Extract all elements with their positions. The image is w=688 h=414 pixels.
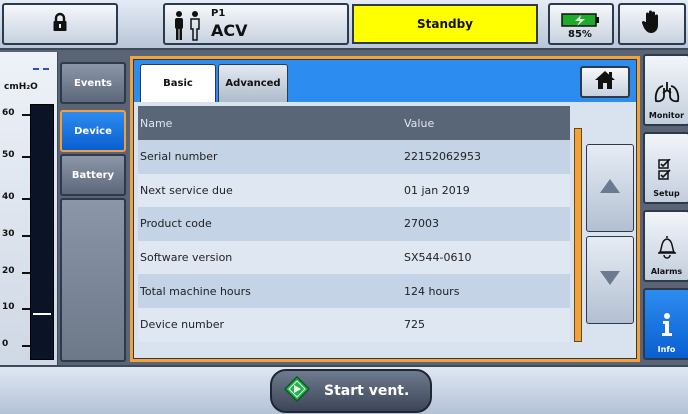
row-name: Next service due <box>140 183 233 197</box>
nav-setup[interactable]: Setup <box>643 132 688 204</box>
patient-icon <box>173 11 205 45</box>
info-side-menu: Events Device Battery <box>58 52 130 365</box>
row-value: 01 jan 2019 <box>404 183 470 197</box>
nav-label: Setup <box>653 189 680 198</box>
triangle-up-icon <box>599 178 621 198</box>
menu-device[interactable]: Device <box>60 110 126 152</box>
column-header-value: Value <box>404 116 435 130</box>
tab-advanced[interactable]: Advanced <box>218 64 288 102</box>
target-marker <box>33 68 49 70</box>
bell-icon <box>656 235 678 261</box>
status-indicator: Standby <box>352 4 538 44</box>
pressure-unit: cmH₂O <box>4 82 38 92</box>
table-row: Next service due 01 jan 2019 <box>138 173 570 208</box>
nav-label: Alarms <box>650 267 683 276</box>
lock-icon <box>52 12 68 36</box>
ventilation-mode: ACV <box>211 21 248 40</box>
gauge-tick: 30 <box>2 229 30 239</box>
tab-bar: Basic Advanced <box>134 60 636 102</box>
pressure-column <box>30 104 54 360</box>
bottom-bar: Start vent. <box>0 365 688 414</box>
scroll-up-button[interactable] <box>586 144 634 232</box>
nav-label: Monitor <box>648 111 685 120</box>
table-row: Total machine hours 124 hours <box>138 274 570 308</box>
right-nav: Monitor Setup Alarms Info <box>641 52 688 365</box>
gauge-tick: 10 <box>2 302 30 312</box>
table-header: Name Value <box>138 106 570 140</box>
nav-info[interactable]: Info <box>643 288 688 360</box>
gauge-tick: 60 <box>2 108 30 118</box>
pressure-level-marker <box>33 313 51 315</box>
nav-alarms[interactable]: Alarms <box>643 210 688 282</box>
start-ventilation-button[interactable]: Start vent. <box>270 369 432 413</box>
home-button[interactable] <box>580 66 630 98</box>
row-value: 22152062953 <box>404 150 481 164</box>
row-value: SX544-0610 <box>404 251 472 265</box>
tab-basic[interactable]: Basic <box>140 64 216 102</box>
menu-events[interactable]: Events <box>60 62 126 104</box>
lungs-icon <box>654 81 680 105</box>
table-row: Software version SX544-0610 <box>138 240 570 275</box>
row-value: 725 <box>404 318 425 332</box>
table-scrollbar[interactable] <box>574 128 582 342</box>
menu-battery[interactable]: Battery <box>60 154 126 196</box>
home-icon <box>594 70 616 94</box>
nav-monitor[interactable]: Monitor <box>643 54 688 126</box>
table-row: Device number 725 <box>138 307 570 342</box>
row-name: Total machine hours <box>140 284 251 298</box>
start-ventilation-label: Start vent. <box>324 383 410 399</box>
checklist-icon <box>657 158 676 183</box>
menu-filler <box>60 198 126 362</box>
gauge-tick: 0 <box>2 339 30 349</box>
table-row: Product code 27003 <box>138 207 570 241</box>
gauge-tick: 50 <box>2 150 30 160</box>
info-icon <box>661 313 673 339</box>
nav-label: Info <box>657 345 676 354</box>
row-name: Device number <box>140 318 225 332</box>
gauge-tick: 20 <box>2 266 30 276</box>
row-value: 124 hours <box>404 284 460 298</box>
table-row: Serial number 22152062953 <box>138 140 570 174</box>
row-name: Serial number <box>140 150 218 164</box>
hand-stop-icon <box>641 10 663 38</box>
row-name: Product code <box>140 217 212 231</box>
scroll-down-button[interactable] <box>586 236 634 324</box>
pressure-gauge: cmH₂O 60 50 40 30 20 10 0 <box>0 52 58 365</box>
battery-status[interactable]: 85% <box>548 3 614 45</box>
triangle-down-icon <box>599 270 621 290</box>
column-header-name: Name <box>140 116 173 130</box>
patient-label: P1 <box>211 8 226 19</box>
lock-button[interactable] <box>2 3 118 45</box>
battery-percent: 85% <box>568 29 592 40</box>
top-bar: P1 ACV Standby 85% <box>0 0 688 50</box>
row-name: Software version <box>140 251 233 265</box>
patient-mode-button[interactable]: P1 ACV <box>163 3 349 45</box>
gauge-tick: 40 <box>2 192 30 202</box>
row-value: 27003 <box>404 217 439 231</box>
device-info-panel: Basic Advanced Name Value Serial number … <box>130 56 640 362</box>
start-diamond-icon <box>283 375 311 406</box>
device-info-table: Name Value Serial number 22152062953 Nex… <box>138 106 570 342</box>
alarm-silence-button[interactable] <box>618 3 686 45</box>
